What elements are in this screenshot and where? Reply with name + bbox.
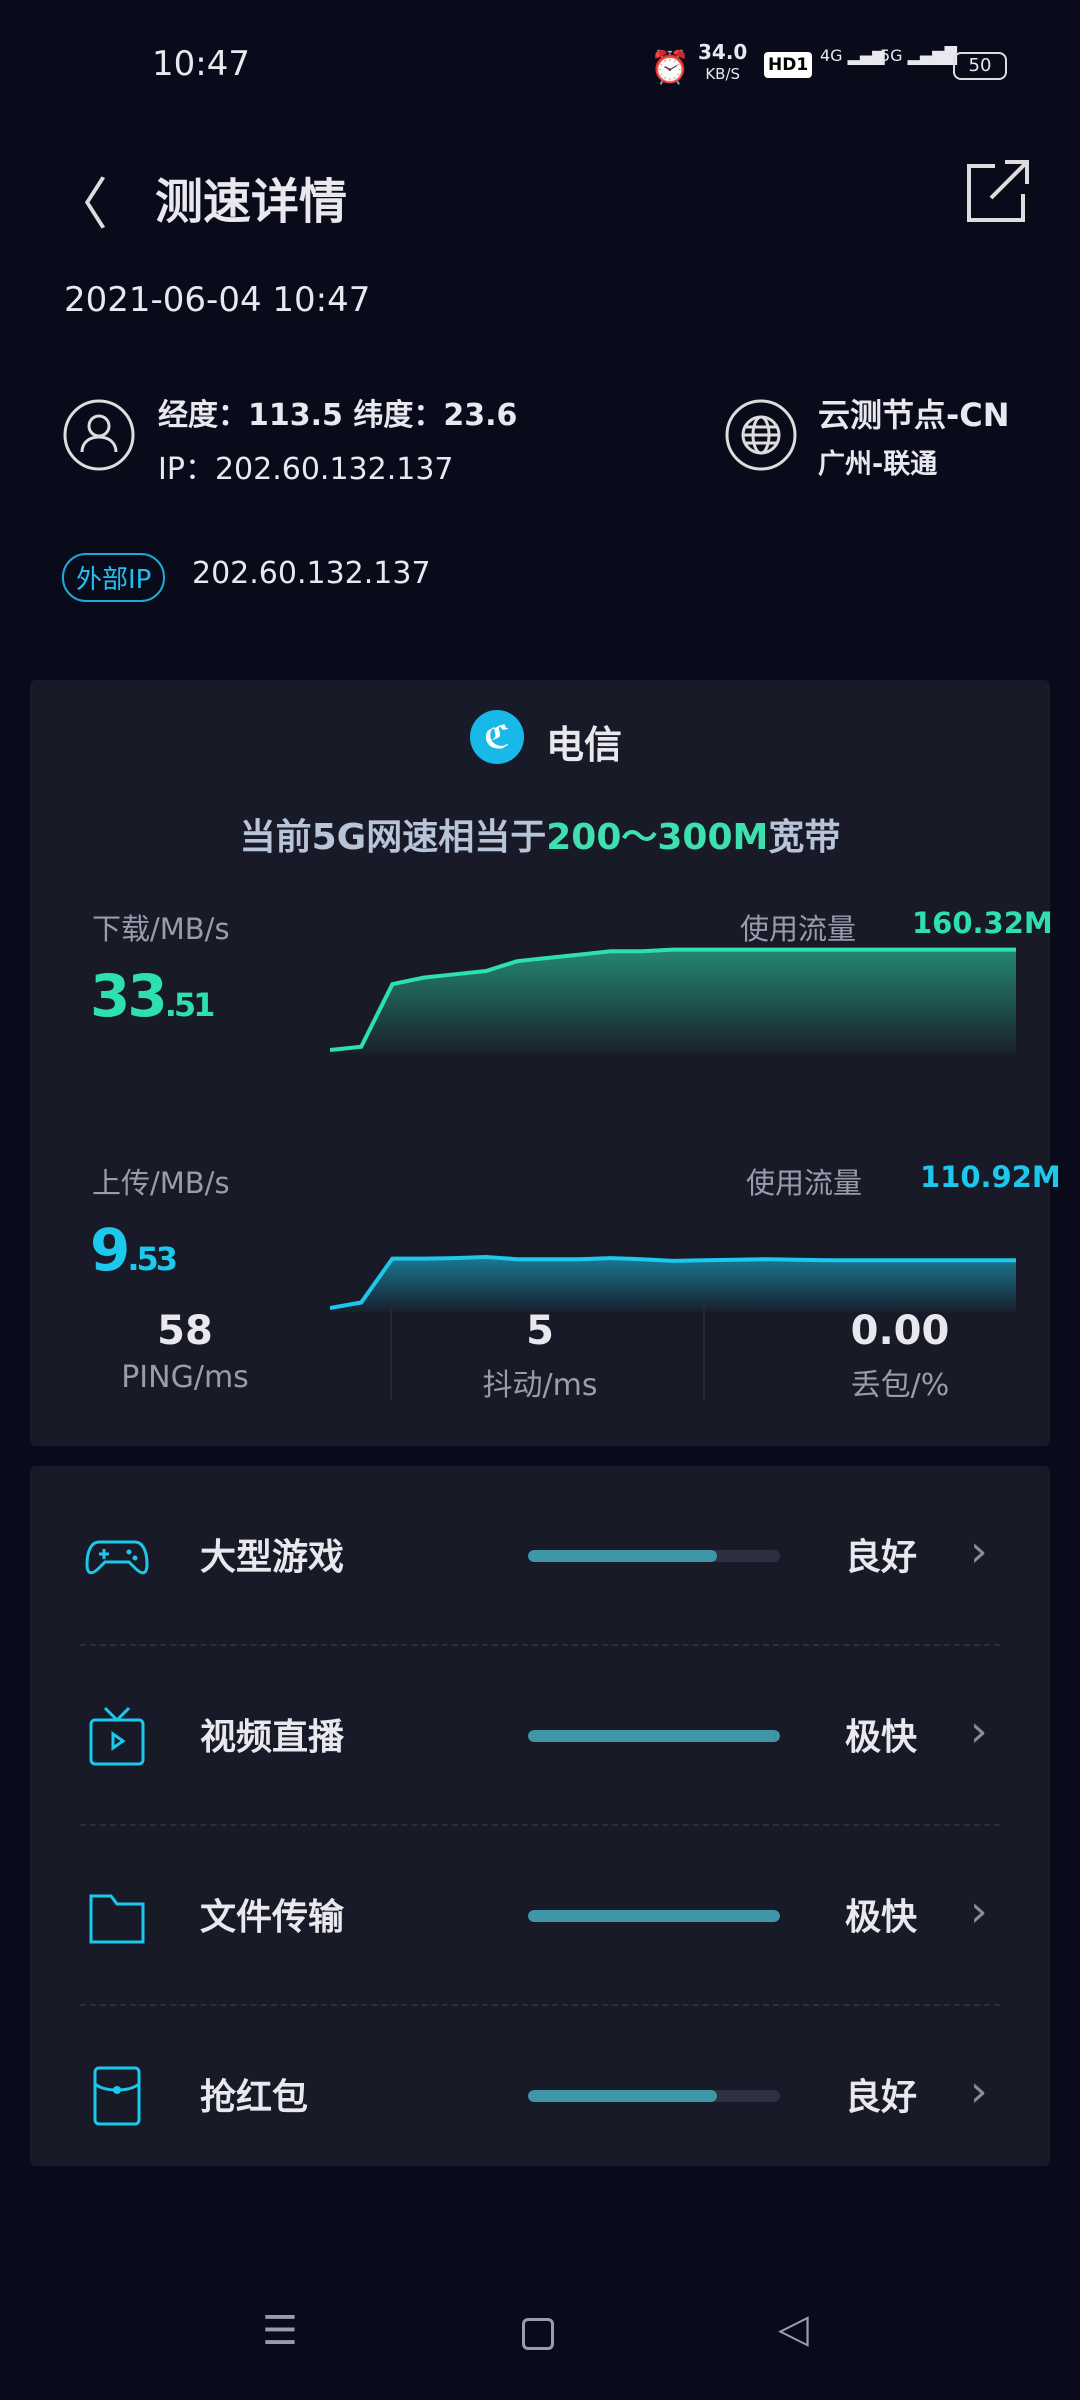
alarm-icon: ⏰ — [650, 48, 690, 86]
share-icon[interactable] — [965, 158, 1031, 224]
ul-area — [330, 1257, 1016, 1312]
hd-icon: HD1 — [764, 52, 813, 78]
scenario-status: 极快 — [845, 1717, 918, 1758]
chevron-right-icon[interactable]: › — [970, 1886, 988, 1937]
test-date: 2021-06-04 10:47 — [64, 280, 371, 320]
scenario-label: 抢红包 — [200, 2077, 309, 2118]
chevron-right-icon[interactable]: › — [970, 2066, 988, 2117]
folder-icon — [89, 1894, 145, 1944]
chevron-right-icon[interactable]: › — [970, 1526, 988, 1577]
carrier-logo-icon: ℭ — [470, 710, 524, 764]
signal-4g-icon: 4G ▂▄▆ — [820, 46, 885, 65]
scenario-label: 大型游戏 — [200, 1537, 345, 1578]
coordinates: 经度：113.5 纬度：23.6 — [158, 398, 518, 433]
nav-menu-button[interactable]: ☰ — [262, 2308, 298, 2354]
scenario-label: 文件传输 — [200, 1897, 345, 1938]
upload-speed: 9.53 — [90, 1216, 178, 1284]
chevron-right-icon[interactable]: › — [970, 1706, 988, 1757]
jitter-stat: 5 抖动/ms — [482, 1308, 598, 1403]
tv-icon — [89, 1706, 145, 1766]
node-location: 广州-联通 — [818, 449, 938, 480]
packet-loss-stat: 0.00 丢包/% — [850, 1308, 950, 1403]
scenario-row[interactable]: 大型游戏 良好 › — [30, 1466, 1050, 1646]
scenario-row[interactable]: 视频直播 极快 › — [30, 1646, 1050, 1826]
net-speed: 34.0 KB/S — [698, 40, 748, 83]
ping-stat: 58 PING/ms — [121, 1308, 249, 1395]
upload-usage-label: 使用流量 — [746, 1166, 863, 1200]
user-icon — [63, 399, 135, 471]
speed-result-card: ℭ 电信 当前5G网速相当于200～300M宽带 下载/MB/s 33.51 使… — [30, 680, 1061, 1446]
external-ip-badge: 外部IP — [62, 553, 166, 602]
globe-icon — [725, 399, 797, 471]
scenario-status: 良好 — [845, 1537, 918, 1578]
upload-label: 上传/MB/s — [92, 1166, 230, 1200]
download-label: 下载/MB/s — [92, 912, 230, 946]
download-chart — [330, 947, 1016, 1054]
scenario-level-bar — [528, 2090, 780, 2102]
external-ip-value: 202.60.132.137 — [192, 556, 431, 591]
scenario-label: 视频直播 — [200, 1717, 345, 1758]
download-speed: 33.51 — [90, 962, 215, 1030]
red-envelope-icon — [93, 2066, 141, 2126]
scenario-level-bar — [528, 1730, 780, 1742]
bandwidth-summary: 当前5G网速相当于200～300M宽带 — [239, 817, 841, 858]
scenario-status: 极快 — [845, 1897, 918, 1938]
upload-usage: 110.92M — [920, 1160, 1061, 1194]
scenario-level-bar — [528, 1910, 780, 1922]
upload-chart — [330, 1254, 1016, 1312]
status-time: 10:47 — [152, 44, 250, 84]
page-title: 测速详情 — [155, 174, 348, 230]
nav-home-button[interactable] — [522, 2318, 554, 2350]
battery-icon: 50 — [953, 52, 1007, 80]
back-button[interactable]: 〈 — [52, 160, 108, 241]
download-usage: 160.32M — [912, 906, 1053, 940]
user-ip: IP：202.60.132.137 — [158, 452, 454, 487]
scenario-status: 良好 — [845, 2077, 918, 2118]
dl-area — [330, 949, 1016, 1054]
scenario-row[interactable]: 抢红包 良好 › — [30, 2006, 1050, 2186]
carrier-name: 电信 — [546, 723, 623, 767]
node-name: 云测节点-CN — [818, 396, 1010, 434]
gamepad-icon — [85, 1540, 149, 1575]
signal-5g-icon: 5G ▂▄▆█ — [880, 46, 957, 65]
nav-back-button[interactable]: ◁ — [778, 2306, 809, 2352]
status-bar: 10:47 ⏰ 34.0 KB/S HD1 4G ▂▄▆ 5G ▂▄▆█ 50 — [0, 40, 1080, 96]
scenario-level-bar — [528, 1550, 780, 1562]
scenario-row[interactable]: 文件传输 极快 › — [30, 1826, 1050, 2006]
